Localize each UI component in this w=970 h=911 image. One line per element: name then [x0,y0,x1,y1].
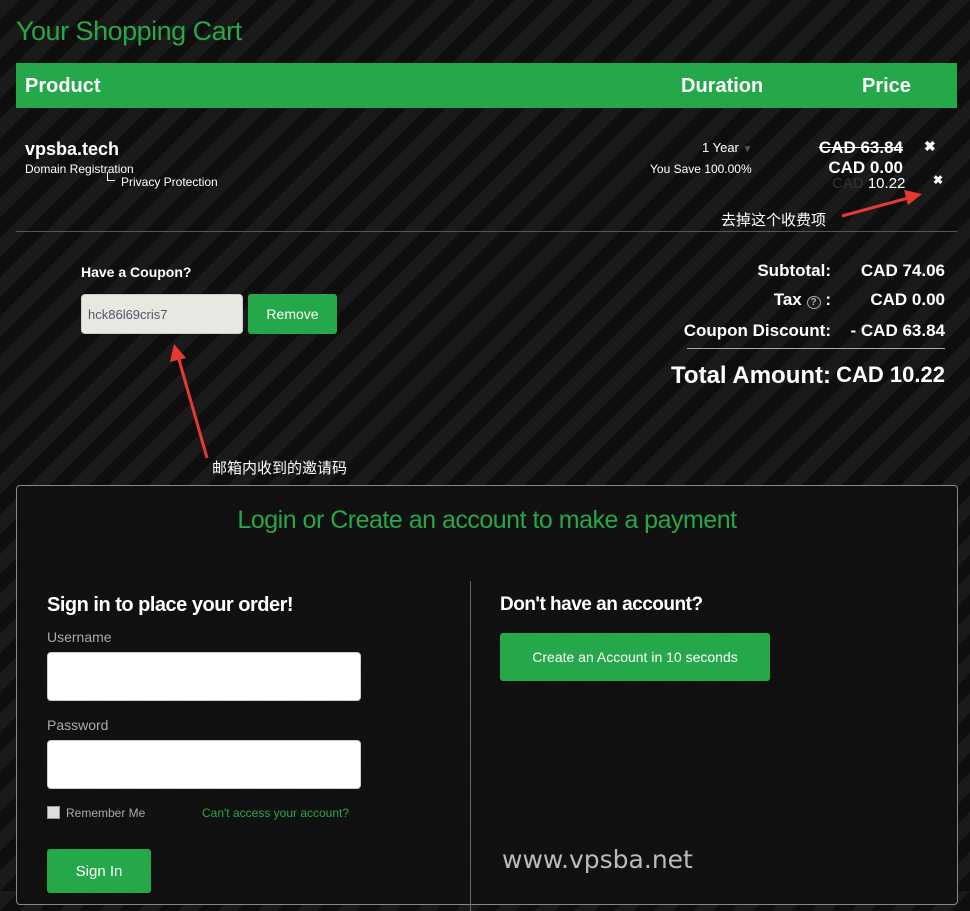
total-label: Total Amount: [671,362,831,389]
subtotal-label: Subtotal: [757,261,831,280]
login-panel: Login or Create an account to make a pay… [16,485,958,911]
remove-coupon-button[interactable]: Remove [248,294,337,334]
panel-divider [470,581,471,911]
tax-value: CAD 0.00 [870,290,945,309]
subtotal-value: CAD 74.06 [860,261,945,280]
discount-label: Coupon Discount: [683,321,831,340]
totals-divider [687,348,945,349]
username-input[interactable] [47,652,361,701]
username-label: Username [47,629,112,645]
discount-value: - CAD 63.84 [850,321,945,340]
coupon-input[interactable] [81,294,243,334]
annotation-coupon-text: 邮箱内收到的邀请码 [212,460,348,477]
no-account-title: Don't have an account? [500,594,703,615]
create-account-button[interactable]: Create an Account in 10 seconds [500,633,770,681]
remember-checkbox[interactable] [47,806,60,819]
divider [16,231,957,232]
total-value: CAD 10.22 [836,362,945,387]
signin-title: Sign in to place your order! [47,594,294,616]
coupon-label: Have a Coupon? [81,264,192,280]
tax-text: Tax [773,290,802,309]
tax-label: Tax ? : [773,290,831,309]
help-icon[interactable]: ? [806,296,821,309]
watermark: www.vpsba.net [502,845,693,874]
forgot-link[interactable]: Can't access your account? [202,806,349,820]
signin-button[interactable]: Sign In [47,849,151,893]
login-heading: Login or Create an account to make a pay… [237,506,737,534]
password-input[interactable] [47,740,361,789]
password-label: Password [47,717,109,733]
annotation-remove-text: 去掉这个收费项 [721,212,827,229]
remember-label: Remember Me [66,806,146,820]
